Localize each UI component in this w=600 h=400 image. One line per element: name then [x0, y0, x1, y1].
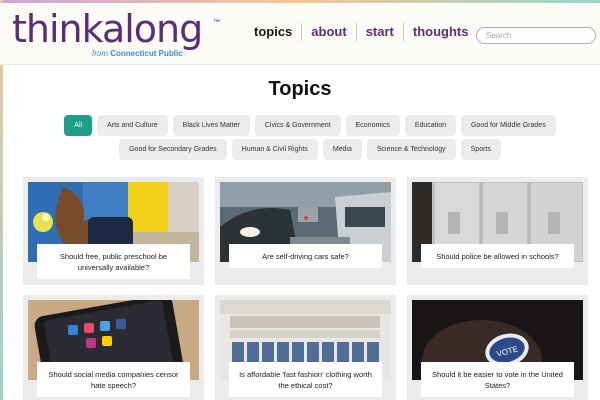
card-title[interactable]: Should it be easier to vote in the Unite… — [421, 362, 574, 397]
topic-card[interactable]: Should police be allowed in schools? — [407, 177, 588, 285]
topic-filters: All Arts and Culture Black Lives Matter … — [40, 115, 580, 163]
card-title[interactable]: Should social media companies censor hat… — [37, 362, 190, 397]
nav-about[interactable]: about — [302, 23, 357, 41]
filter-all[interactable]: All — [64, 115, 93, 136]
topic-card[interactable]: Should social media companies censor hat… — [23, 295, 204, 400]
filter-secondary-grades[interactable]: Good for Secondary Grades — [119, 139, 227, 160]
main-nav: topics about start thoughts — [245, 23, 477, 41]
topic-card[interactable]: Should free, public preschool be univers… — [23, 177, 204, 285]
site-header: thinkalong ™ from Connecticut Public top… — [0, 3, 600, 65]
nav-start[interactable]: start — [357, 23, 404, 41]
filter-black-lives-matter[interactable]: Black Lives Matter — [172, 115, 250, 136]
filter-education[interactable]: Education — [404, 115, 456, 136]
nav-topics[interactable]: topics — [245, 23, 303, 41]
filter-middle-grades[interactable]: Good for Middle Grades — [460, 115, 556, 136]
logo-byline: from Connecticut Public — [92, 49, 183, 58]
topic-card[interactable]: Are self-driving cars safe? — [215, 177, 396, 285]
card-title[interactable]: Are self-driving cars safe? — [229, 244, 382, 268]
filter-row-2: Good for Secondary Grades Human & Civil … — [40, 139, 580, 160]
filter-science-technology[interactable]: Science & Technology — [366, 139, 456, 160]
filter-media[interactable]: Media — [322, 139, 362, 160]
filter-human-civil-rights[interactable]: Human & Civil Rights — [231, 139, 318, 160]
logo-org-text: Connecticut Public — [110, 49, 183, 58]
topic-card[interactable]: VOTE Should it be easier to vote in the … — [407, 295, 588, 400]
filter-arts-and-culture[interactable]: Arts and Culture — [97, 115, 168, 136]
card-title[interactable]: Should free, public preschool be univers… — [37, 244, 190, 279]
card-title[interactable]: Should police be allowed in schools? — [421, 244, 574, 268]
logo-trademark: ™ — [213, 19, 220, 26]
filter-sports[interactable]: Sports — [460, 139, 501, 160]
logo-from-text: from — [92, 49, 108, 58]
logo-wordmark: thinkalong — [12, 7, 203, 51]
search-input[interactable] — [476, 27, 596, 44]
filter-economics[interactable]: Economics — [345, 115, 400, 136]
filter-civics-government[interactable]: Civics & Government — [254, 115, 341, 136]
card-title[interactable]: Is affordable 'fast fashion' clothing wo… — [229, 362, 382, 397]
page-title: Topics — [268, 78, 332, 100]
topic-card[interactable]: Is affordable 'fast fashion' clothing wo… — [215, 295, 396, 400]
thinkalong-logo[interactable]: thinkalong ™ from Connecticut Public — [12, 7, 220, 58]
filter-row-1: All Arts and Culture Black Lives Matter … — [40, 115, 580, 136]
nav-thoughts[interactable]: thoughts — [404, 23, 478, 41]
